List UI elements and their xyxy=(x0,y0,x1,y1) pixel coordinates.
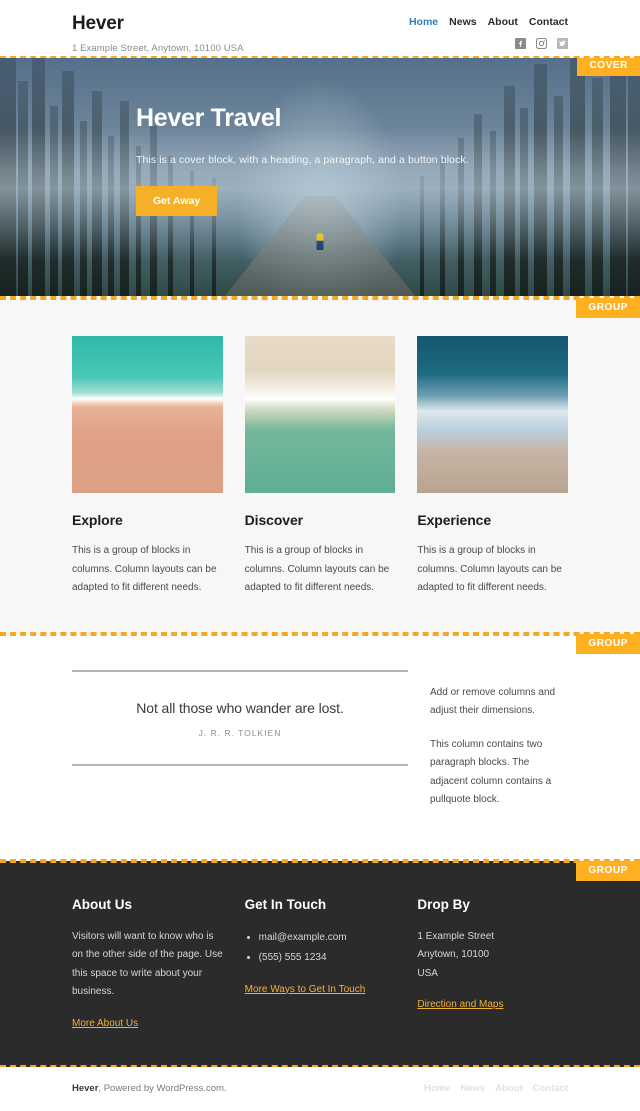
footer-contact-list: mail@example.com (555) 555 1234 xyxy=(245,928,396,968)
pullquote: Not all those who wander are lost. J. R.… xyxy=(72,669,408,766)
badge-group-quote[interactable]: GROUP xyxy=(576,633,640,654)
columns-row: Explore This is a group of blocks in col… xyxy=(72,336,569,598)
pullquote-text: Not all those who wander are lost. xyxy=(136,699,344,716)
brand-block: Hever 1 Example Street, Anytown, 10100 U… xyxy=(72,13,244,54)
primary-nav: Home News About Contact xyxy=(409,16,568,28)
credit-end: . xyxy=(223,1083,227,1094)
header-right: Home News About Contact xyxy=(409,14,568,49)
list-item[interactable]: mail@example.com xyxy=(259,928,396,948)
footer-link-contact[interactable]: More Ways to Get In Touch xyxy=(245,984,366,995)
columns-group-block: GROUP Explore This is a group of blocks … xyxy=(0,298,640,634)
column-text-discover: This is a group of blocks in columns. Co… xyxy=(244,545,390,593)
list-item[interactable]: (555) 555 1234 xyxy=(259,948,396,968)
twitter-icon[interactable] xyxy=(557,38,568,49)
site-title[interactable]: Hever xyxy=(72,13,244,35)
cover-hiker-figure xyxy=(316,233,324,250)
column-experience: Experience This is a group of blocks in … xyxy=(417,336,569,598)
site-credit: Hever, Powered by WordPress.com. xyxy=(72,1083,227,1094)
column-text-explore: This is a group of blocks in columns. Co… xyxy=(72,545,217,593)
instagram-icon[interactable] xyxy=(536,38,547,49)
footer-column-address: Drop By 1 Example Street Anytown, 10100 … xyxy=(417,897,568,1031)
badge-group-columns[interactable]: GROUP xyxy=(576,298,640,318)
footer-link-address[interactable]: Direction and Maps xyxy=(417,999,503,1010)
wordpress-link[interactable]: WordPress.com xyxy=(157,1083,224,1094)
footer-nav-item-about[interactable]: About xyxy=(495,1083,522,1094)
footer-link-about[interactable]: More About Us xyxy=(72,1018,138,1029)
bottom-bar: Hever, Powered by WordPress.com. Home Ne… xyxy=(0,1066,640,1111)
social-links xyxy=(409,38,568,49)
badge-cover[interactable]: COVER xyxy=(577,58,640,76)
facebook-icon[interactable] xyxy=(515,38,526,49)
footer-text-address: 1 Example Street Anytown, 10100 USA xyxy=(417,930,495,979)
cover-block: COVER Hever Travel This is a cover block… xyxy=(0,56,640,298)
pullquote-citation: J. R. R. TOLKIEN xyxy=(198,727,282,738)
footer-text-about: Visitors will want to know who is on the… xyxy=(72,930,223,998)
footer-group-block: GROUP About Us Visitors will want to kno… xyxy=(0,860,640,1067)
column-image-explore[interactable] xyxy=(72,336,223,493)
footer-heading-about: About Us xyxy=(72,896,132,912)
footer-column-about: About Us Visitors will want to know who … xyxy=(72,897,223,1031)
site-header: Hever 1 Example Street, Anytown, 10100 U… xyxy=(0,0,640,56)
get-away-button[interactable]: Get Away xyxy=(136,186,218,216)
cover-heading: Hever Travel xyxy=(136,104,282,132)
quote-side-column: Add or remove columns and adjust their d… xyxy=(430,670,568,825)
column-explore: Explore This is a group of blocks in col… xyxy=(72,336,223,598)
column-heading-experience: Experience xyxy=(417,512,492,528)
column-image-experience[interactable] xyxy=(417,336,569,493)
footer-column-contact: Get In Touch mail@example.com (555) 555 … xyxy=(245,897,396,1031)
credit-brand: Hever xyxy=(72,1083,99,1094)
site-tagline: 1 Example Street, Anytown, 10100 USA xyxy=(72,42,244,54)
quote-side-paragraph-2: This column contains two paragraph block… xyxy=(430,738,552,806)
footer-nav-item-contact[interactable]: Contact xyxy=(533,1083,568,1094)
quote-side-paragraph-1: Add or remove columns and adjust their d… xyxy=(430,686,556,717)
footer-nav-item-news[interactable]: News xyxy=(460,1083,485,1094)
footer-nav: Home News About Contact xyxy=(424,1083,568,1094)
nav-item-contact[interactable]: Contact xyxy=(529,16,568,28)
cover-paragraph: This is a cover block, with a heading, a… xyxy=(136,154,469,166)
footer-heading-contact: Get In Touch xyxy=(244,896,327,912)
column-discover: Discover This is a group of blocks in co… xyxy=(244,336,396,598)
footer-heading-address: Drop By xyxy=(417,896,470,912)
column-heading-discover: Discover xyxy=(244,512,304,528)
badge-group-footer[interactable]: GROUP xyxy=(576,860,640,881)
column-text-experience: This is a group of blocks in columns. Co… xyxy=(417,545,562,593)
column-image-discover[interactable] xyxy=(244,336,396,493)
credit-rest: , Powered by xyxy=(98,1083,157,1094)
quote-group-block: GROUP Not all those who wander are lost.… xyxy=(0,633,640,861)
nav-item-home[interactable]: Home xyxy=(409,16,438,28)
footer-nav-item-home[interactable]: Home xyxy=(424,1083,450,1094)
pullquote-column: Not all those who wander are lost. J. R.… xyxy=(72,669,408,825)
nav-item-news[interactable]: News xyxy=(449,16,476,28)
nav-item-about[interactable]: About xyxy=(488,16,518,28)
column-heading-explore: Explore xyxy=(72,512,123,528)
